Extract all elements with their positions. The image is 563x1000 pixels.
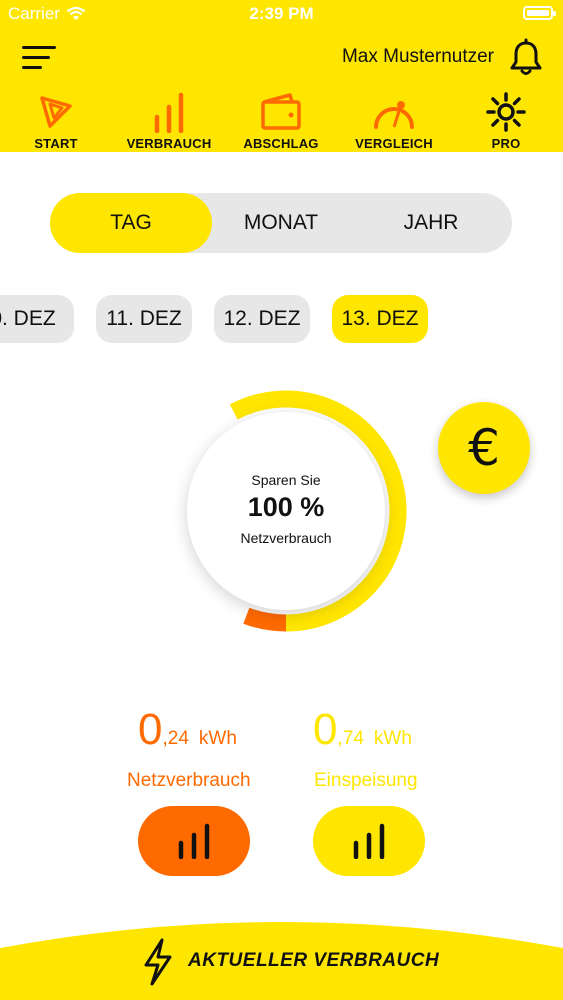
- einspeisung-value-int: 0: [313, 705, 338, 754]
- current-consumption-label[interactable]: AKTUELLER VERBRAUCH: [188, 950, 439, 972]
- gauge-subcaption: Netzverbrauch: [240, 530, 332, 546]
- einspeisung-label: Einspeisung: [314, 770, 418, 791]
- einspeisung-stat: 0,74 kWh: [313, 700, 513, 760]
- netzverbrauch-arc: [243, 607, 287, 632]
- einspeisung-chart-button[interactable]: [313, 806, 425, 876]
- netz-label: Netzverbrauch: [127, 770, 251, 791]
- gauge-value: 100 %: [247, 492, 325, 522]
- euro-button[interactable]: €: [438, 402, 530, 494]
- lightning-icon: [144, 938, 172, 986]
- einspeisung-unit: kWh: [373, 728, 412, 749]
- einspeisung-value-dec: ,74: [337, 728, 364, 749]
- netz-chart-button[interactable]: [138, 806, 250, 876]
- bar-chart-icon: [353, 823, 385, 859]
- netz-value-int: 0: [138, 705, 163, 754]
- netz-stat: 0,24 kWh: [138, 700, 338, 760]
- netz-unit: kWh: [198, 728, 237, 749]
- gauge-caption: Sparen Sie: [251, 472, 321, 488]
- bar-chart-icon: [178, 823, 210, 859]
- netz-value-dec: ,24: [162, 728, 189, 749]
- euro-icon: €: [468, 419, 500, 477]
